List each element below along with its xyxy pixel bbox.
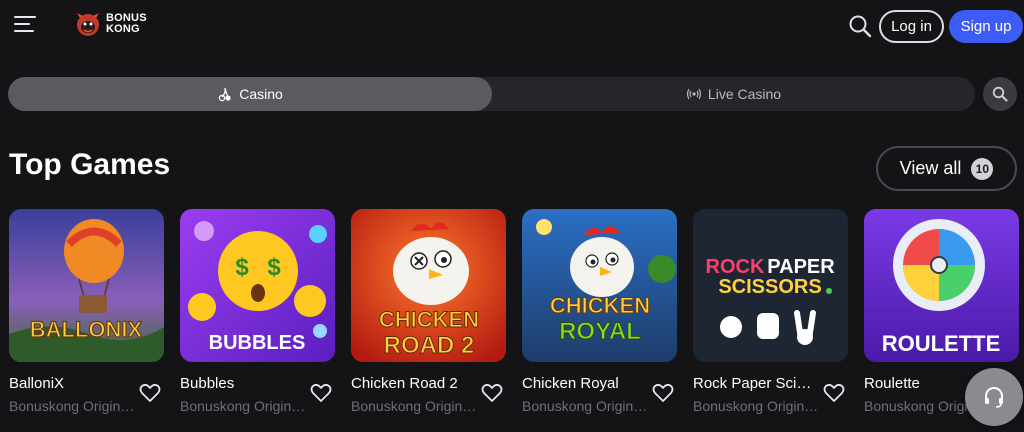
svg-text:ROAD 2: ROAD 2 xyxy=(384,332,475,359)
view-all-label: View all xyxy=(899,158,962,178)
search-icon[interactable] xyxy=(848,14,872,38)
tab-casino-label: Casino xyxy=(239,86,283,102)
game-card[interactable]: BALLONIX BalloniX Bonuskong Originals xyxy=(9,209,164,414)
game-name[interactable]: BalloniX xyxy=(9,375,134,392)
game-name[interactable]: Rock Paper Scissors xyxy=(693,375,818,392)
logo-text: BONUS KONG xyxy=(106,13,147,35)
heart-icon[interactable] xyxy=(139,383,161,403)
svg-text:SCISSORS: SCISSORS xyxy=(718,276,821,298)
heart-icon[interactable] xyxy=(823,383,845,403)
game-card[interactable]: CHICKEN ROYAL Chicken Royal Bonuskong Or… xyxy=(522,209,677,414)
game-card[interactable]: $ $ BUBBLES Bubbles Bonuskong Originals xyxy=(180,209,335,414)
login-button[interactable]: Log in xyxy=(879,10,944,43)
game-name[interactable]: Chicken Road 2 xyxy=(351,375,476,392)
game-thumbnail[interactable]: BALLONIX xyxy=(9,209,164,362)
game-provider: Bonuskong Originals xyxy=(9,398,137,414)
svg-text:$: $ xyxy=(235,254,249,281)
svg-text:CHICKEN: CHICKEN xyxy=(550,293,650,318)
svg-text:PAPER: PAPER xyxy=(767,256,835,278)
section-title: Top Games xyxy=(9,148,171,181)
category-tabs: Casino Live Casino xyxy=(8,77,975,111)
support-chat-button[interactable] xyxy=(965,368,1023,426)
game-provider: Bonuskong Originals xyxy=(180,398,308,414)
game-thumbnail[interactable]: $ $ BUBBLES xyxy=(180,209,335,362)
top-header: BONUS KONG Log in Sign up xyxy=(0,0,1024,52)
broadcast-icon xyxy=(686,88,702,100)
game-provider: Bonuskong Originals xyxy=(522,398,650,414)
svg-text:CHICKEN: CHICKEN xyxy=(379,307,479,332)
tab-live-casino[interactable]: Live Casino xyxy=(492,77,975,111)
signup-button[interactable]: Sign up xyxy=(949,10,1023,43)
svg-text:BALLONIX: BALLONIX xyxy=(30,317,143,342)
heart-icon[interactable] xyxy=(481,383,503,403)
gorilla-logo-icon xyxy=(77,13,99,36)
game-card[interactable]: ROCK PAPER SCISSORS Rock Paper Scissors … xyxy=(693,209,848,414)
menu-icon[interactable] xyxy=(14,16,36,36)
game-card[interactable]: ROULETTE Roulette Bonuskong Originals xyxy=(864,209,1019,414)
game-search-button[interactable] xyxy=(983,77,1017,111)
logo[interactable]: BONUS KONG xyxy=(74,10,147,38)
game-thumbnail[interactable]: ROULETTE xyxy=(864,209,1019,362)
game-card[interactable]: CHICKEN ROAD 2 Chicken Road 2 Bonuskong … xyxy=(351,209,506,414)
svg-text:BUBBLES: BUBBLES xyxy=(209,332,306,354)
search-icon xyxy=(992,86,1008,102)
game-thumbnail[interactable]: ROCK PAPER SCISSORS xyxy=(693,209,848,362)
tab-live-casino-label: Live Casino xyxy=(707,86,782,102)
view-all-count-badge: 10 xyxy=(971,157,994,180)
svg-text:ROYAL: ROYAL xyxy=(559,318,641,345)
tab-casino[interactable]: Casino xyxy=(8,77,492,111)
game-thumbnail[interactable]: CHICKEN ROYAL xyxy=(522,209,677,362)
view-all-button[interactable]: View all 10 xyxy=(876,146,1017,191)
game-thumbnail[interactable]: CHICKEN ROAD 2 xyxy=(351,209,506,362)
game-provider: Bonuskong Originals xyxy=(693,398,821,414)
svg-text:$: $ xyxy=(267,254,281,281)
heart-icon[interactable] xyxy=(310,383,332,403)
svg-text:ROCK: ROCK xyxy=(706,256,765,278)
svg-text:ROULETTE: ROULETTE xyxy=(882,331,1001,356)
headset-icon xyxy=(985,387,1003,408)
cherries-icon xyxy=(218,87,231,102)
game-name[interactable]: Chicken Royal xyxy=(522,375,647,392)
game-provider: Bonuskong Originals xyxy=(351,398,479,414)
game-name[interactable]: Bubbles xyxy=(180,375,305,392)
logo-text-line2: KONG xyxy=(106,23,140,35)
heart-icon[interactable] xyxy=(652,383,674,403)
